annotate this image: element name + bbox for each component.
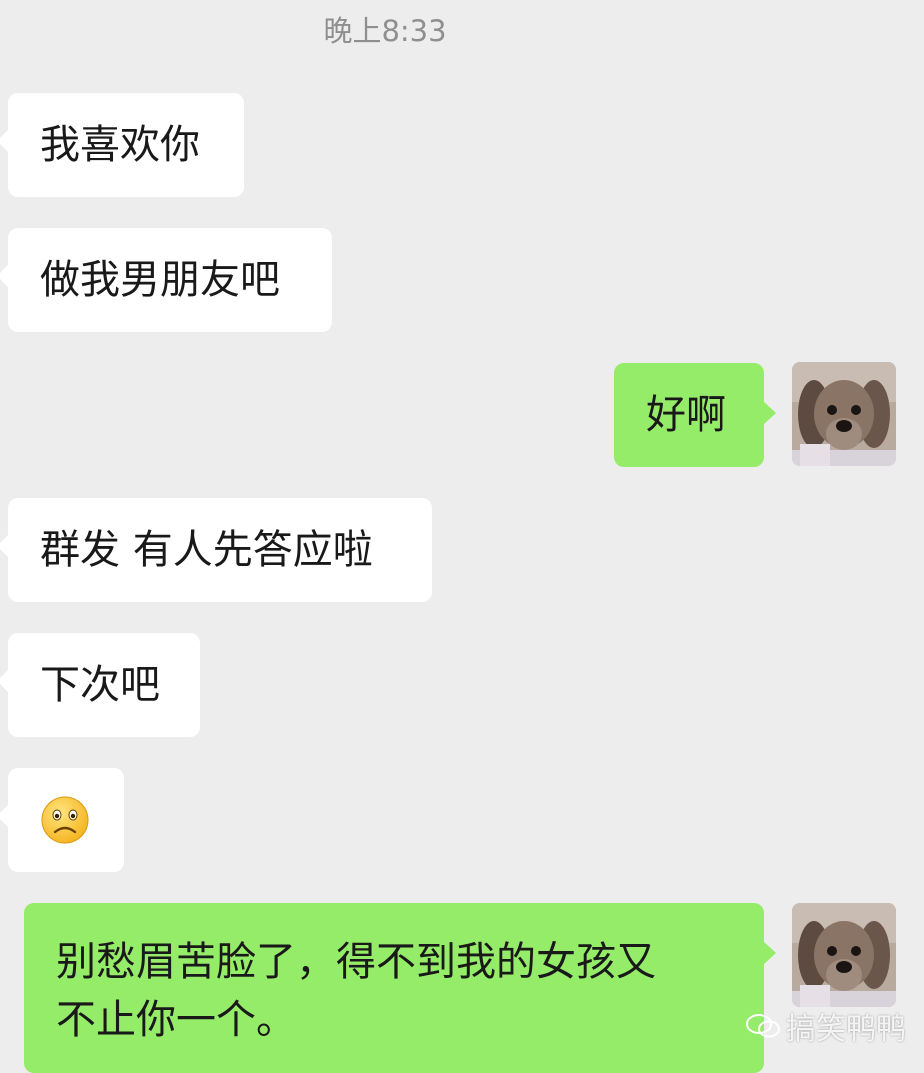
message-bubble-incoming[interactable]: 下次吧 — [0, 633, 200, 737]
message-bubble-outgoing[interactable]: 好啊 — [614, 363, 776, 467]
message-text: 好啊 — [646, 392, 726, 438]
message-text: 我喜欢你 — [40, 122, 200, 168]
message-bubble-incoming[interactable]: 群发 有人先答应啦 — [0, 498, 432, 602]
wechat-logo-icon — [746, 1014, 780, 1038]
message-text: 做我男朋友吧 — [40, 257, 280, 303]
message-text-line-2: 不止你一个。 — [56, 997, 296, 1043]
message-bubble-incoming[interactable] — [0, 768, 124, 872]
plush-dog-avatar-icon — [792, 903, 896, 1007]
timestamp: 晚上8:33 — [323, 14, 447, 48]
message-text: 下次吧 — [40, 662, 160, 708]
message-bubble-incoming[interactable]: 做我男朋友吧 — [0, 228, 332, 332]
message-text-line-1: 别愁眉苦脸了，得不到我的女孩又 — [56, 939, 656, 985]
message-bubble-outgoing[interactable]: 别愁眉苦脸了，得不到我的女孩又 不止你一个。 — [24, 903, 776, 1073]
watermark: 搞笑鸭鸭 — [746, 1004, 906, 1048]
message-text: 群发 有人先答应啦 — [40, 527, 373, 573]
plush-dog-avatar-icon — [792, 362, 896, 466]
watermark-text: 搞笑鸭鸭 — [786, 1012, 906, 1047]
message-bubble-incoming[interactable]: 我喜欢你 — [0, 93, 244, 197]
user-avatar[interactable] — [792, 362, 896, 466]
frowning-face-icon — [41, 796, 89, 844]
user-avatar[interactable] — [792, 903, 896, 1007]
